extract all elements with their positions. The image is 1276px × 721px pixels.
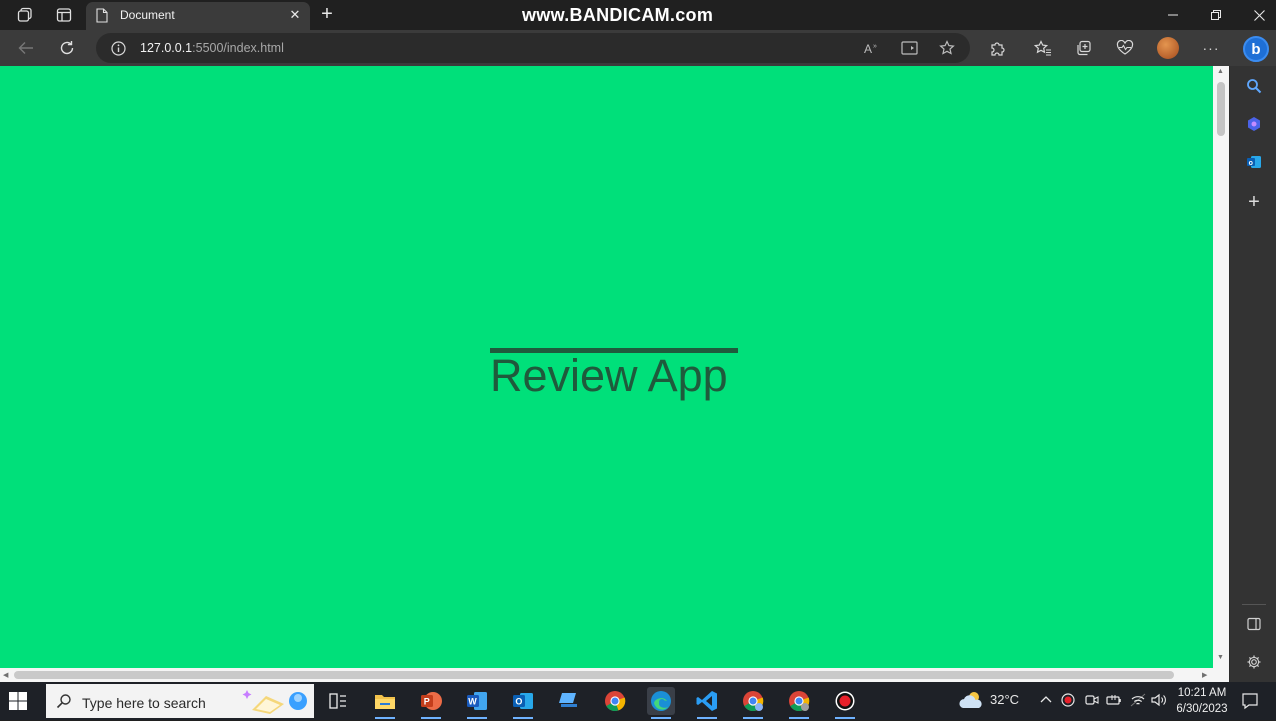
scroll-up-arrow-icon[interactable]: ▲: [1217, 68, 1224, 75]
heading-container: Review App: [490, 348, 738, 399]
vertical-scroll-thumb[interactable]: [1217, 82, 1225, 136]
immersive-reader-icon[interactable]: [900, 38, 920, 58]
scrollbar-corner: [1213, 668, 1229, 682]
new-tab-button[interactable]: +: [316, 4, 338, 26]
arrow-left-icon[interactable]: [15, 37, 37, 59]
svg-text:O: O: [515, 697, 522, 707]
browser-titlebar: Document ✕ + www.BANDICAM.com: [0, 0, 1276, 30]
favorites-icon[interactable]: [1032, 37, 1054, 59]
weather-temperature[interactable]: 32°C: [990, 692, 1019, 707]
collections-icon[interactable]: [1073, 37, 1095, 59]
scroll-left-arrow-icon[interactable]: ◀: [3, 671, 8, 679]
star-icon[interactable]: [937, 38, 957, 58]
url-path: :5500/index.html: [192, 41, 284, 55]
search-placeholder: Type here to search: [82, 695, 206, 711]
running-indicator: [421, 717, 441, 719]
chrome-profile-icon[interactable]: [739, 687, 767, 719]
windows-taskbar: Type here to search P W O 32°C 10:21 AM …: [0, 682, 1276, 720]
close-window-icon[interactable]: [1248, 4, 1270, 26]
url-text: 127.0.0.1:5500/index.html: [140, 41, 284, 55]
weather-cloud-icon[interactable]: [958, 690, 984, 713]
scroll-right-arrow-icon[interactable]: ▶: [1202, 671, 1207, 679]
tools-icon[interactable]: [1244, 114, 1264, 134]
running-indicator: [789, 717, 809, 719]
page-icon: [96, 8, 108, 28]
running-indicator: [513, 717, 533, 719]
gear-icon[interactable]: [1244, 652, 1264, 672]
taskbar-clock[interactable]: 10:21 AM 6/30/2023: [1172, 685, 1232, 717]
heart-pulse-icon[interactable]: [1114, 37, 1136, 59]
bing-copilot-icon[interactable]: b: [1243, 36, 1269, 62]
chrome-icon[interactable]: [601, 687, 629, 715]
task-view-icon[interactable]: [324, 687, 352, 715]
speaker-icon[interactable]: [1151, 693, 1167, 710]
bandicam-watermark: www.BANDICAM.com: [522, 5, 714, 25]
horizontal-scrollbar[interactable]: ◀ ▶: [0, 668, 1213, 682]
outlook-icon[interactable]: o: [1244, 152, 1264, 172]
svg-text:A: A: [864, 42, 872, 55]
file-explorer-icon[interactable]: [371, 687, 399, 719]
add-sidebar-app-icon[interactable]: +: [1244, 191, 1264, 213]
tab-title: Document: [120, 8, 175, 22]
reload-icon[interactable]: [56, 37, 78, 59]
page-heading: Review App: [490, 350, 728, 401]
bandicam-tray-icon[interactable]: [1061, 693, 1075, 710]
bandicam-record-icon[interactable]: [831, 687, 859, 719]
close-tab-icon[interactable]: ✕: [286, 6, 304, 24]
running-indicator: [835, 717, 855, 719]
search-icon[interactable]: [1244, 76, 1264, 96]
running-indicator: [743, 717, 763, 719]
vscode-icon[interactable]: [693, 687, 721, 719]
running-indicator: [375, 717, 395, 719]
svg-text:W: W: [468, 697, 477, 707]
hide-sidebar-icon[interactable]: [1244, 614, 1264, 634]
edge-icon[interactable]: [647, 687, 675, 719]
running-indicator: [651, 717, 671, 719]
tab-document[interactable]: Document ✕: [86, 2, 310, 30]
page-viewport: Review App: [0, 66, 1229, 682]
notifications-icon[interactable]: [1241, 692, 1259, 713]
vertical-scrollbar[interactable]: ▲ ▼: [1213, 66, 1229, 668]
horizontal-scroll-thumb[interactable]: [14, 671, 1174, 679]
outlook-app-icon[interactable]: O: [509, 687, 537, 719]
more-options-button[interactable]: ···: [1200, 37, 1222, 59]
svg-text:»: »: [873, 43, 877, 50]
browser-toolbar: 127.0.0.1:5500/index.html A» ···: [0, 30, 1276, 66]
search-magnifier-icon: [56, 693, 72, 714]
battery-icon[interactable]: [1106, 693, 1122, 710]
puzzle-icon[interactable]: [986, 37, 1008, 59]
info-icon[interactable]: [108, 38, 128, 58]
word-icon[interactable]: W: [463, 687, 491, 719]
windows-start-icon[interactable]: [8, 691, 28, 711]
edge-sidebar: o +: [1229, 66, 1276, 682]
profile-avatar[interactable]: [1157, 37, 1179, 59]
remote-desktop-icon[interactable]: [555, 687, 583, 715]
running-indicator: [697, 717, 717, 719]
svg-text:o: o: [1249, 160, 1253, 167]
clock-date: 6/30/2023: [1176, 703, 1228, 715]
vertical-tabs-icon[interactable]: [53, 5, 75, 25]
url-host: 127.0.0.1: [140, 41, 193, 55]
svg-text:P: P: [424, 697, 430, 707]
search-highlight-art-icon: [242, 686, 312, 716]
read-aloud-icon[interactable]: A»: [862, 38, 882, 58]
meet-now-icon[interactable]: [1085, 693, 1099, 710]
sidebar-divider: [1242, 604, 1266, 605]
wifi-icon[interactable]: [1130, 693, 1146, 710]
restore-icon[interactable]: [1205, 4, 1227, 26]
minimize-icon[interactable]: [1162, 4, 1184, 26]
tab-actions-icon[interactable]: [14, 5, 36, 25]
taskbar-search-box[interactable]: Type here to search: [46, 684, 314, 718]
chevron-up-icon[interactable]: [1040, 693, 1052, 707]
clock-time: 10:21 AM: [1177, 687, 1227, 699]
chrome-profile-2-icon[interactable]: [785, 687, 813, 719]
running-indicator: [467, 717, 487, 719]
address-bar[interactable]: 127.0.0.1:5500/index.html A»: [96, 33, 970, 63]
powerpoint-icon[interactable]: P: [417, 687, 445, 719]
scroll-down-arrow-icon[interactable]: ▼: [1217, 654, 1224, 661]
